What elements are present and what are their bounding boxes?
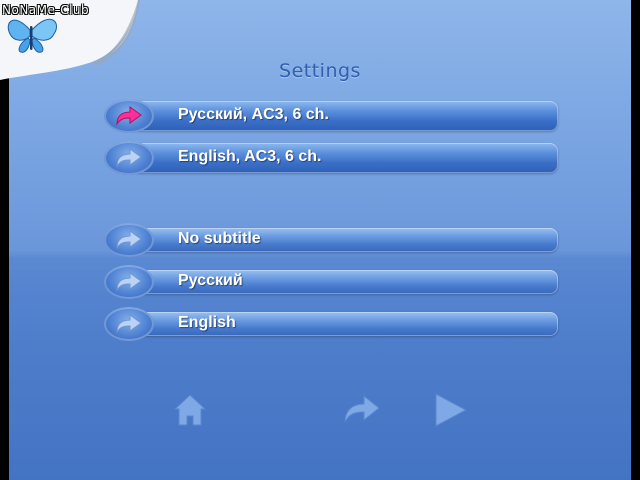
- page-title: Settings: [279, 60, 361, 82]
- arrow-icon: [116, 272, 142, 292]
- option-orb: [104, 307, 154, 341]
- option-label: No subtitle: [178, 230, 261, 247]
- play-button[interactable]: [432, 392, 470, 428]
- option-label: Русский: [178, 272, 243, 289]
- option-label: English, AC3, 6 ch.: [178, 148, 322, 165]
- arrow-icon: [116, 148, 142, 168]
- option-orb: [104, 223, 154, 257]
- watermark-text: NoNaMe-Club: [2, 3, 90, 17]
- home-icon: [173, 394, 207, 426]
- option-label: Русский, AC3, 6 ch.: [178, 106, 329, 123]
- option-orb: [104, 141, 154, 175]
- arrow-icon: [116, 230, 142, 250]
- subtitle-option-russian[interactable]: Русский: [102, 264, 560, 300]
- selected-arrow-icon: [116, 106, 142, 126]
- next-button[interactable]: [342, 392, 382, 428]
- audio-option-russian[interactable]: Русский, AC3, 6 ch.: [102, 98, 560, 134]
- subtitle-option-english[interactable]: English: [102, 306, 560, 342]
- subtitle-option-none[interactable]: No subtitle: [102, 222, 560, 258]
- option-orb: [104, 99, 154, 133]
- option-label: English: [178, 314, 236, 331]
- option-orb: [104, 265, 154, 299]
- play-icon: [435, 393, 468, 427]
- audio-option-english[interactable]: English, AC3, 6 ch.: [102, 140, 560, 176]
- dvd-menu-screen: NoNaMe-Club Settings Русский, AC3, 6 ch.…: [0, 0, 640, 480]
- arrow-right-icon: [344, 394, 380, 423]
- arrow-icon: [116, 314, 142, 334]
- home-button[interactable]: [172, 392, 208, 428]
